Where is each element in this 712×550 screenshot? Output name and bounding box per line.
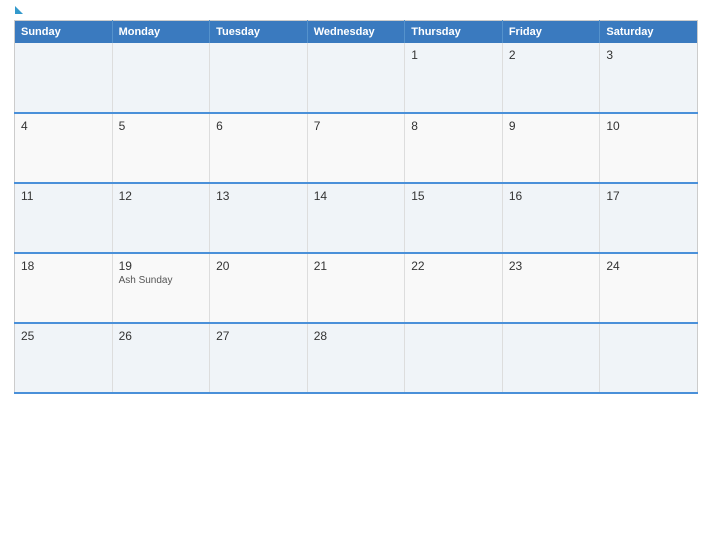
day-number: 14 [314,189,399,203]
calendar-cell: 18 [15,253,113,323]
calendar-cell [112,43,210,113]
day-of-week-header: Monday [112,21,210,44]
day-number: 28 [314,329,399,343]
day-number: 13 [216,189,301,203]
calendar-cell: 24 [600,253,698,323]
day-number: 11 [21,189,106,203]
calendar-cell: 22 [405,253,503,323]
day-number: 26 [119,329,204,343]
calendar-cell: 16 [502,183,600,253]
calendar-cell: 2 [502,43,600,113]
calendar-cell: 14 [307,183,405,253]
calendar-cell [210,43,308,113]
day-number: 5 [119,119,204,133]
calendar-cell: 1 [405,43,503,113]
calendar-week-row: 456789 10 [15,113,698,183]
day-number: 12 [119,189,204,203]
day-number: 7 [314,119,399,133]
day-number: 3 [606,48,691,62]
calendar-week-row: 25 26 27 28 [15,323,698,393]
calendar-cell: 5 [112,113,210,183]
calendar-cell [600,323,698,393]
day-number: 17 [606,189,691,203]
day-number: 4 [21,119,106,133]
event-label: Ash Sunday [119,275,204,286]
calendar-cell: 15 [405,183,503,253]
day-number: 25 [21,329,106,343]
day-of-week-header: Thursday [405,21,503,44]
day-number: 18 [21,259,106,273]
day-number: 8 [411,119,496,133]
calendar-cell: 3 [600,43,698,113]
day-number: 27 [216,329,301,343]
day-number: 19 [119,259,204,273]
day-number: 6 [216,119,301,133]
day-number: 2 [509,48,594,62]
calendar-week-row: 18 19 Ash Sunday 20 21 22 23 24 [15,253,698,323]
calendar-cell: 8 [405,113,503,183]
calendar-cell [307,43,405,113]
calendar-week-row: 11 12 13 14 15 16 17 [15,183,698,253]
calendar-cell: 28 [307,323,405,393]
calendar-cell [15,43,113,113]
calendar-table: SundayMondayTuesdayWednesdayThursdayFrid… [14,20,698,394]
day-of-week-header: Saturday [600,21,698,44]
day-number: 16 [509,189,594,203]
day-number: 1 [411,48,496,62]
calendar-cell: 27 [210,323,308,393]
calendar-week-row: 123 [15,43,698,113]
calendar-cell: 6 [210,113,308,183]
logo [14,10,23,14]
calendar-cell: 21 [307,253,405,323]
calendar-cell: 11 [15,183,113,253]
day-number: 22 [411,259,496,273]
day-number: 9 [509,119,594,133]
day-number: 24 [606,259,691,273]
calendar-cell: 20 [210,253,308,323]
calendar-cell: 4 [15,113,113,183]
day-number: 23 [509,259,594,273]
day-number: 21 [314,259,399,273]
day-of-week-header: Wednesday [307,21,405,44]
header [14,10,698,14]
day-of-week-header: Tuesday [210,21,308,44]
logo-triangle-icon [15,6,23,14]
calendar-cell [405,323,503,393]
calendar-cell: 17 [600,183,698,253]
day-number: 20 [216,259,301,273]
calendar-header: SundayMondayTuesdayWednesdayThursdayFrid… [15,21,698,44]
calendar-cell: 7 [307,113,405,183]
calendar-cell: 19 Ash Sunday [112,253,210,323]
calendar-cell: 9 [502,113,600,183]
calendar-cell: 12 [112,183,210,253]
calendar-cell [502,323,600,393]
logo-content [14,10,23,14]
day-number: 15 [411,189,496,203]
calendar-cell: 25 [15,323,113,393]
calendar-cell: 23 [502,253,600,323]
days-of-week-row: SundayMondayTuesdayWednesdayThursdayFrid… [15,21,698,44]
calendar-body: 12345678910111213141516171819Ash Sunday2… [15,43,698,393]
calendar-cell: 26 [112,323,210,393]
calendar-cell: 13 [210,183,308,253]
calendar-page: SundayMondayTuesdayWednesdayThursdayFrid… [0,0,712,550]
day-of-week-header: Sunday [15,21,113,44]
calendar-cell: 10 [600,113,698,183]
day-of-week-header: Friday [502,21,600,44]
day-number: 10 [606,119,691,133]
